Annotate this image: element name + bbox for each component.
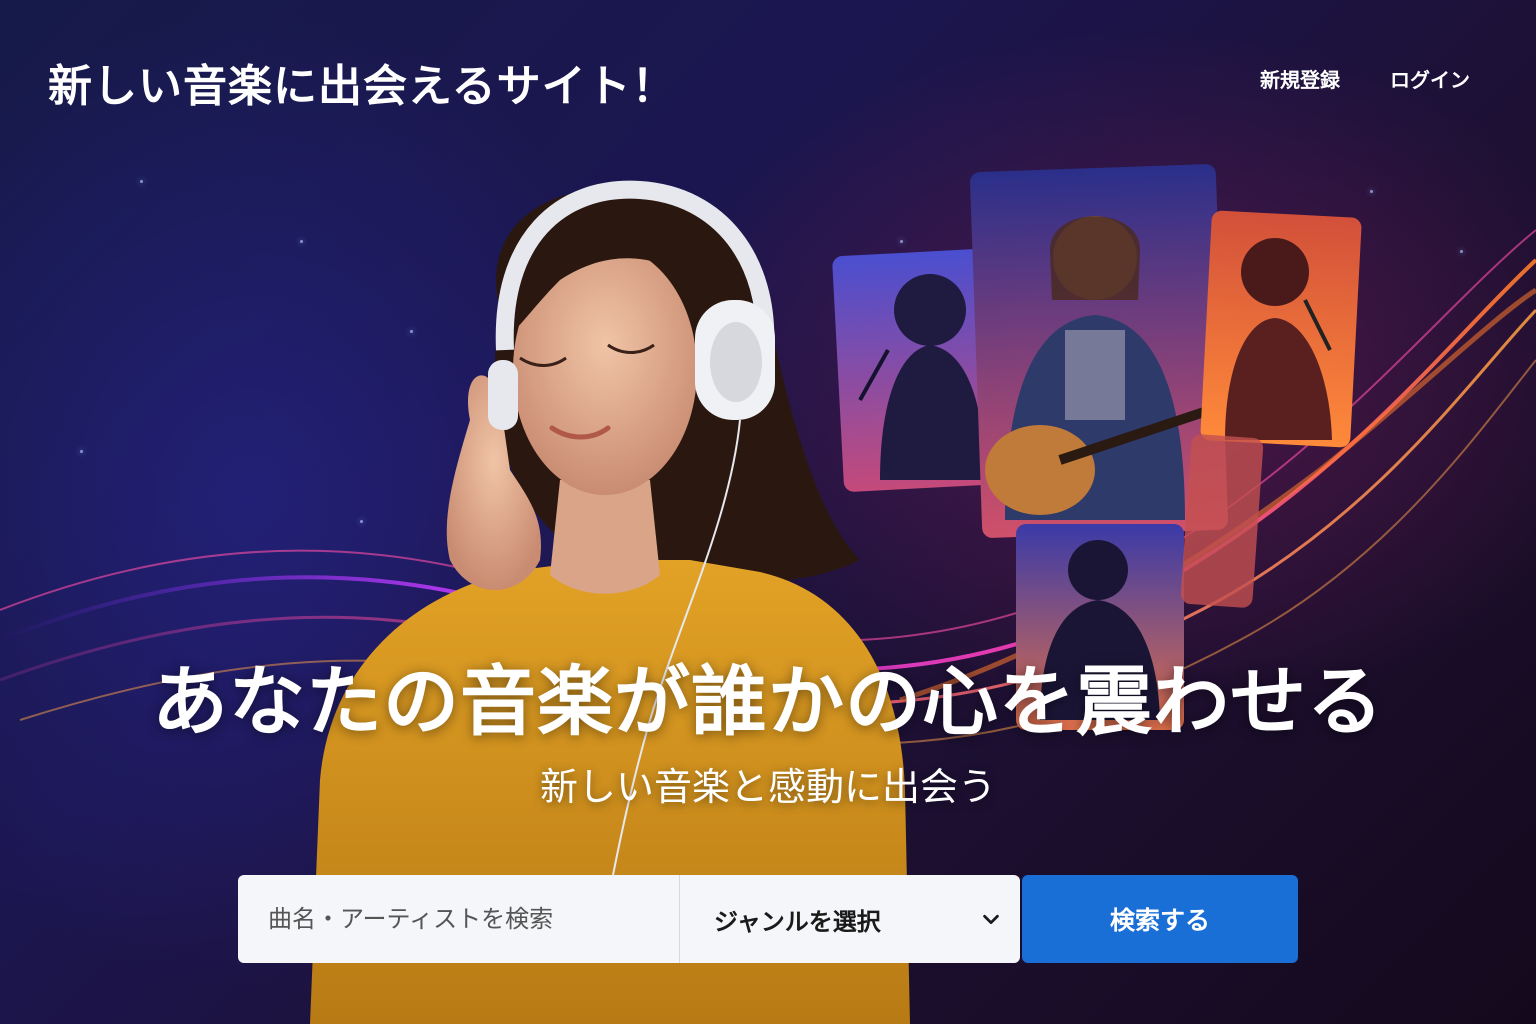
artist-card-back xyxy=(1180,434,1264,608)
search-input[interactable] xyxy=(238,875,679,963)
chevron-down-icon xyxy=(983,914,999,925)
genre-select[interactable]: ジャンルを選択 xyxy=(680,875,1020,963)
search-input-wrapper xyxy=(238,875,680,963)
nav-signup-link[interactable]: 新規登録 xyxy=(1260,64,1340,93)
genre-select-label: ジャンルを選択 xyxy=(714,907,881,936)
search-button[interactable]: 検索する xyxy=(1022,875,1298,963)
landing-page: 新しい音楽に出会えるサイト！ 新規登録 ログイン あなたの音楽が誰かの心を震わせ… xyxy=(0,0,1536,1024)
artist-card-singer-right xyxy=(1200,210,1362,448)
hero-subheadline: 新しい音楽と感動に出会う xyxy=(539,765,996,809)
hero-headline: あなたの音楽が誰かの心を震わせる xyxy=(152,657,1384,746)
search-bar: ジャンルを選択 検索する xyxy=(238,875,1298,963)
nav-login-link[interactable]: ログイン xyxy=(1390,64,1470,93)
site-title: 新しい音楽に出会えるサイト！ xyxy=(48,61,677,112)
header-nav: 新規登録 ログイン xyxy=(1260,64,1470,93)
hero-illustration xyxy=(0,164,1536,1024)
